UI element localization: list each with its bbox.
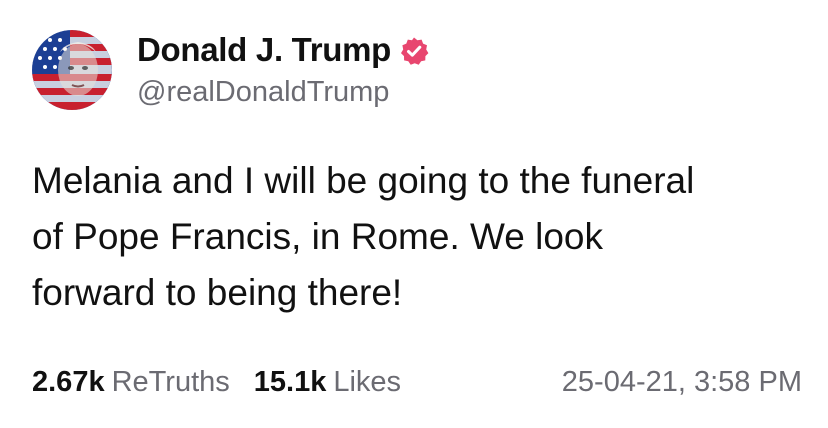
post-timestamp[interactable]: 25-04-21, 3:58 PM — [562, 366, 802, 399]
flag-portrait-avatar-icon — [32, 30, 112, 110]
retruths-label: ReTruths — [111, 365, 230, 398]
display-name[interactable]: Donald J. Trump — [137, 31, 391, 69]
post-stats: 2.67k ReTruths 15.1k Likes 25-04-21, 3:5… — [32, 362, 802, 402]
likes-count: 15.1k — [253, 365, 327, 398]
verified-badge-icon — [399, 36, 429, 66]
post-card: Donald J. Trump @realDonaldTrump Melania… — [0, 0, 828, 428]
post-text-line: forward to being there! — [32, 272, 403, 313]
post-text-line: Melania and I will be going to the funer… — [32, 160, 695, 201]
post-text-line: of Pope Francis, in Rome. We look — [32, 216, 604, 257]
likes-stat[interactable]: 15.1k Likes — [254, 366, 401, 399]
likes-label: Likes — [333, 365, 402, 398]
author-name-row: Donald J. Trump — [137, 28, 429, 72]
post-text: Melania and I will be going to the funer… — [32, 153, 812, 321]
retruths-stat[interactable]: 2.67k ReTruths — [32, 366, 230, 399]
avatar[interactable] — [32, 30, 112, 110]
author-handle[interactable]: @realDonaldTrump — [137, 76, 389, 109]
retruths-count: 2.67k — [32, 365, 105, 398]
